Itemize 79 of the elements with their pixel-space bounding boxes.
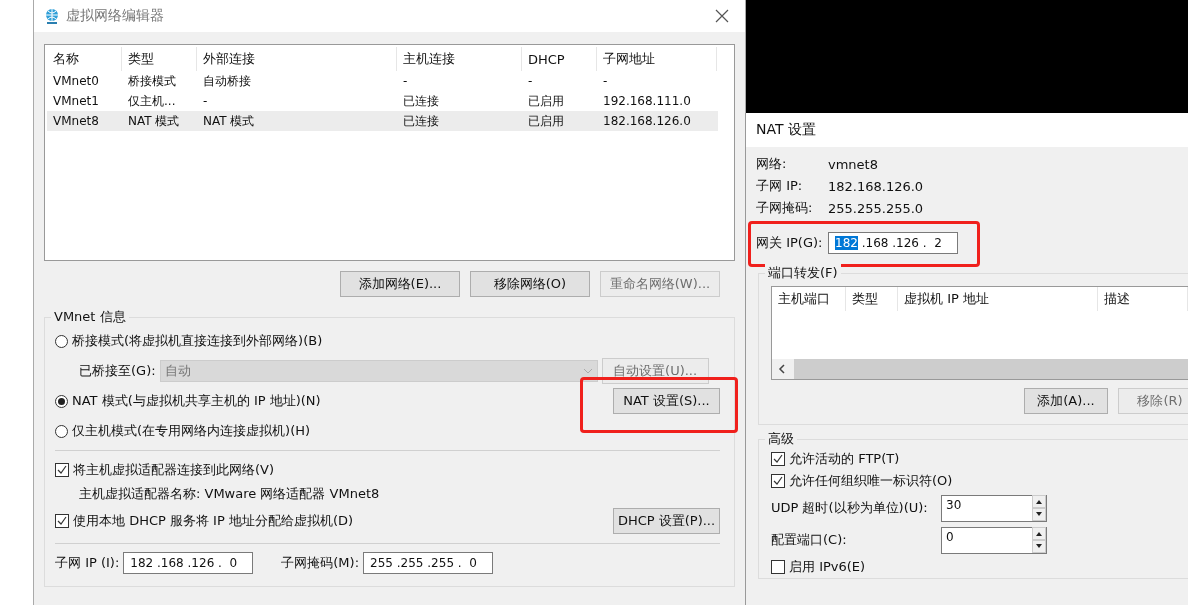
- column-header[interactable]: DHCP: [522, 47, 597, 71]
- gateway-ip-field[interactable]: 182 .168 .126 . 2: [828, 232, 958, 254]
- column-header[interactable]: 名称: [47, 47, 122, 71]
- table-cell-text: -: [527, 74, 534, 88]
- column-header[interactable]: 虚拟机 IP 地址: [898, 287, 1098, 311]
- globe-icon: [44, 8, 60, 24]
- group-title: 高级: [765, 430, 797, 448]
- table-cell-text: -: [402, 74, 409, 88]
- checkbox-label[interactable]: 使用本地 DHCP 服务将 IP 地址分配给虚拟机(D): [73, 512, 354, 530]
- column-header[interactable]: 外部连接: [197, 47, 397, 71]
- window-title: 虚拟网络编辑器: [66, 7, 164, 25]
- table-cell-text: VMnet8: [52, 114, 100, 128]
- group-title: VMnet 信息: [51, 308, 129, 326]
- adapter-name-text: 主机虚拟适配器名称: VMware 网络适配器 VMnet8: [79, 485, 380, 503]
- table-cell-text: -: [602, 74, 609, 88]
- table-cell-text: 已连接: [402, 92, 440, 110]
- info-value: 182.168.126.0: [828, 178, 924, 194]
- nat-settings-button[interactable]: NAT 设置(S)...: [613, 388, 720, 414]
- subnet-mask-label: 子网掩码(M):: [281, 554, 360, 572]
- bridged-to-label: 已桥接至(G):: [79, 362, 156, 380]
- table-cell-text: 192.168.111.0: [602, 94, 692, 108]
- table-row[interactable]: VMnet1 仅主机... - 已连接 已启用 192.168.111.0: [47, 91, 718, 111]
- dhcp-settings-button[interactable]: DHCP 设置(P)...: [613, 508, 720, 534]
- horizontal-scrollbar[interactable]: [772, 359, 1188, 379]
- window-title: NAT 设置: [756, 121, 816, 139]
- spinner-label: UDP 超时(以秒为单位)(U):: [771, 499, 929, 517]
- port-button[interactable]: 添加(A)...: [1024, 388, 1108, 414]
- radio-button[interactable]: [55, 394, 68, 408]
- checkbox-label[interactable]: 允许任何组织唯一标识符(O): [789, 472, 953, 490]
- info-label: 子网掩码:: [756, 199, 814, 217]
- subnet-ip-label: 子网 IP (I):: [55, 554, 120, 572]
- column-header[interactable]: 主机连接: [397, 47, 522, 71]
- gateway-label: 网关 IP(G):: [756, 234, 824, 252]
- checkbox-label[interactable]: 启用 IPv6(E): [789, 558, 866, 576]
- table-cell-text: 已启用: [527, 92, 565, 110]
- checkbox-label[interactable]: 允许活动的 FTP(T): [789, 450, 900, 468]
- radio-label[interactable]: 仅主机模式(在专用网络内连接虚拟机)(H): [72, 422, 311, 440]
- column-header[interactable]: 类型: [846, 287, 898, 311]
- checkbox[interactable]: [771, 560, 785, 574]
- table-cell-text: 自动桥接: [202, 72, 252, 90]
- radio-label[interactable]: 桥接模式(将虚拟机直接连接到外部网络)(B): [72, 332, 323, 350]
- table-cell-text: -: [202, 94, 209, 108]
- number-spinner[interactable]: 30: [941, 494, 1047, 522]
- column-header[interactable]: 描述: [1098, 287, 1188, 311]
- table-cell-text: NAT 模式: [127, 112, 181, 130]
- table-cell-text: 已连接: [402, 112, 440, 130]
- subnet-ip-field[interactable]: 182 .168 .126 . 0: [123, 552, 254, 574]
- checkbox[interactable]: [771, 452, 785, 466]
- info-label: 子网 IP:: [756, 177, 804, 195]
- scroll-left-icon[interactable]: [778, 364, 786, 374]
- checkbox-label[interactable]: 将主机虚拟适配器连接到此网络(V): [73, 461, 275, 479]
- info-label: 网络:: [756, 155, 788, 173]
- table-cell-text: 仅主机...: [127, 92, 177, 110]
- radio-button[interactable]: [55, 424, 68, 438]
- table-row[interactable]: VMnet8 NAT 模式 NAT 模式 已连接 已启用 182.168.126.0: [47, 111, 718, 131]
- checkbox[interactable]: [771, 474, 785, 488]
- table-cell-text: VMnet1: [52, 94, 100, 108]
- checkbox[interactable]: [55, 463, 69, 477]
- radio-label[interactable]: NAT 模式(与虚拟机共享主机的 IP 地址)(N): [72, 392, 321, 410]
- info-value: 255.255.255.0: [828, 200, 924, 216]
- column-header[interactable]: 子网地址: [597, 47, 717, 71]
- table-cell-text: 已启用: [527, 112, 565, 130]
- network-button[interactable]: 添加网络(E)...: [340, 271, 460, 297]
- subnet-mask-field[interactable]: 255 .255 .255 . 0: [363, 552, 494, 574]
- table-cell-text: VMnet0: [52, 74, 100, 88]
- number-spinner[interactable]: 0: [941, 526, 1047, 554]
- network-button[interactable]: 移除网络(O): [470, 271, 590, 297]
- spinner-label: 配置端口(C):: [771, 531, 848, 549]
- table-cell-text: NAT 模式: [202, 112, 256, 130]
- table-cell-text: 桥接模式: [127, 72, 177, 90]
- info-value: vmnet8: [828, 156, 878, 172]
- checkbox[interactable]: [55, 514, 69, 528]
- close-icon[interactable]: [715, 9, 729, 23]
- table-cell-text: 182.168.126.0: [602, 114, 692, 128]
- table-row[interactable]: VMnet0 桥接模式 自动桥接 - - -: [47, 71, 718, 91]
- radio-button[interactable]: [55, 334, 68, 348]
- column-header[interactable]: 类型: [122, 47, 197, 71]
- column-header[interactable]: 主机端口: [772, 287, 846, 311]
- group-title: 端口转发(F): [765, 264, 841, 282]
